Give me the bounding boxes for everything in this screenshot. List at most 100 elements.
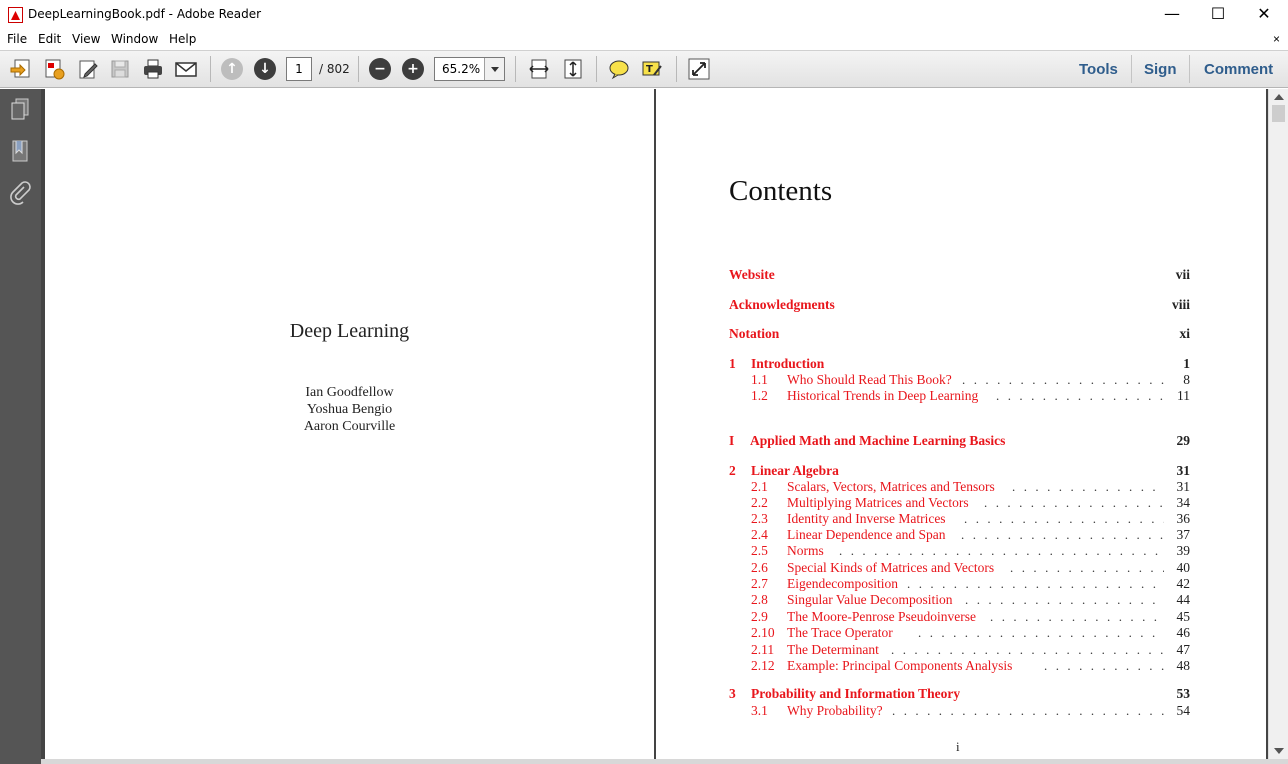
scroll-down-icon[interactable] [1274, 748, 1284, 754]
toc-link-website[interactable]: Website [729, 267, 775, 283]
attachments-icon[interactable] [8, 180, 32, 206]
toc-section-number: 1.2 [751, 388, 768, 403]
toc-link-section[interactable]: Why Probability? [787, 703, 883, 719]
horizontal-scroll-strip [41, 759, 1288, 764]
toc-page-number: 45 [1176, 609, 1191, 624]
email-icon[interactable] [174, 57, 198, 81]
zoom-value: 65.2% [442, 62, 481, 76]
toc-link-notation[interactable]: Notation [729, 326, 779, 342]
pages-panel-icon[interactable] [8, 96, 32, 122]
toc-page-number: 34 [1176, 495, 1191, 510]
toc-link-section[interactable]: Singular Value Decomposition [787, 592, 952, 608]
zoom-in-icon[interactable]: + [401, 57, 425, 81]
toc-page-number: 8 [1183, 372, 1190, 387]
zoom-select[interactable]: 65.2% [434, 57, 505, 81]
previous-page-icon[interactable]: ↑ [220, 57, 244, 81]
sign-button[interactable]: Sign [1144, 61, 1177, 78]
toolbar-separator [358, 56, 359, 82]
fit-page-icon[interactable] [561, 57, 585, 81]
open-icon[interactable] [42, 57, 66, 81]
toc-link-chapter[interactable]: Linear Algebra [751, 463, 839, 479]
toc-link-section[interactable]: Identity and Inverse Matrices [787, 511, 946, 527]
toc-section-number: 2.2 [751, 495, 768, 510]
print-icon[interactable] [141, 57, 165, 81]
toc-page-number: 11 [1177, 388, 1190, 403]
toc-page-number: 48 [1176, 658, 1191, 673]
toc-link-section[interactable]: Special Kinds of Matrices and Vectors [787, 560, 994, 576]
toc-link-section[interactable]: The Trace Operator [787, 625, 893, 641]
toc-leader-dots: . . . . . . . . . . . . . . . . . . . . … [965, 592, 1164, 607]
toc-page-number: 31 [1176, 479, 1191, 494]
vertical-scrollbar[interactable] [1268, 89, 1288, 760]
toc-page-number: 53 [1176, 686, 1191, 701]
toc-link-section[interactable]: Who Should Read This Book? [787, 372, 952, 388]
full-screen-icon[interactable] [687, 57, 711, 81]
book-title: Deep Learning [289, 320, 410, 342]
toc-page-number: 47 [1176, 642, 1191, 657]
comment-button[interactable]: Comment [1204, 61, 1273, 78]
toc-page-number: 36 [1176, 511, 1191, 526]
toc-leader-dots: . . . . . . . . . . . . . . . . . . . . … [1012, 479, 1164, 494]
chevron-down-icon[interactable] [484, 58, 504, 80]
toc-leader-dots: . . . . . . . . . . . . . . . . . . . . … [891, 642, 1164, 657]
toc-link-section[interactable]: The Moore-Penrose Pseudoinverse [787, 609, 976, 625]
close-button[interactable]: ✕ [1241, 0, 1287, 30]
save-icon[interactable] [108, 57, 132, 81]
menu-file[interactable]: File [7, 32, 27, 46]
toc-link-section[interactable]: Norms [787, 543, 824, 559]
toc-link-section[interactable]: Eigendecomposition [787, 576, 898, 592]
toc-link-section[interactable]: Scalars, Vectors, Matrices and Tensors [787, 479, 995, 495]
toolbar-separator [596, 56, 597, 82]
window-title: DeepLearningBook.pdf - Adobe Reader [28, 7, 262, 21]
toc-page-number: 54 [1176, 703, 1191, 718]
toc-page-number: 1 [1183, 356, 1190, 371]
navigation-panel [0, 89, 41, 764]
menu-help[interactable]: Help [169, 32, 196, 46]
tools-button[interactable]: Tools [1079, 61, 1118, 78]
next-page-icon[interactable]: ↓ [253, 57, 277, 81]
toc-link-chapter[interactable]: Probability and Information Theory [751, 686, 960, 702]
toc-section-number: 2.5 [751, 543, 768, 558]
toc-link-acknowledgments[interactable]: Acknowledgments [729, 297, 835, 313]
author-name: Yoshua Bengio [306, 402, 393, 417]
document-close-button[interactable]: × [1273, 32, 1280, 46]
menu-edit[interactable]: Edit [38, 32, 61, 46]
create-pdf-icon[interactable] [9, 57, 33, 81]
toc-link-section[interactable]: Example: Principal Components Analysis [787, 658, 1012, 674]
toolbar-separator [515, 56, 516, 82]
toc-part-number: I [729, 433, 735, 448]
toc-page-number: vii [1175, 267, 1190, 282]
toc-section-number: 2.9 [751, 609, 768, 624]
sticky-note-icon[interactable] [607, 57, 631, 81]
toc-section-number: 2.8 [751, 592, 768, 607]
toc-section-number: 2.4 [751, 527, 768, 542]
menu-view[interactable]: View [72, 32, 100, 46]
highlight-icon[interactable]: T [640, 57, 664, 81]
toc-link-section[interactable]: Multiplying Matrices and Vectors [787, 495, 969, 511]
toc-section-number: 2.12 [751, 658, 775, 673]
toc-link-section[interactable]: Linear Dependence and Span [787, 527, 946, 543]
minimize-button[interactable]: — [1149, 0, 1195, 30]
toc-link-chapter[interactable]: Introduction [751, 356, 824, 372]
zoom-out-icon[interactable]: − [368, 57, 392, 81]
toc-leader-dots: . . . . . . . . . . . . . . . . . . . . … [990, 609, 1164, 624]
toc-page-number: viii [1171, 297, 1190, 312]
toc-leader-dots: . . . . . . . . . . . . . . . . . . . . … [839, 543, 1164, 558]
fit-width-icon[interactable] [527, 57, 551, 81]
author-name: Aaron Courville [303, 419, 396, 434]
page-number-input[interactable]: 1 [286, 57, 312, 81]
toc-link-section[interactable]: Historical Trends in Deep Learning [787, 388, 978, 404]
toc-link-section[interactable]: The Determinant [787, 642, 879, 658]
menu-window[interactable]: Window [111, 32, 158, 46]
toc-leader-dots: . . . . . . . . . . . . . . . . . . . . … [962, 372, 1164, 387]
toc-section-number: 2.10 [751, 625, 775, 640]
scrollbar-thumb[interactable] [1272, 105, 1285, 122]
bookmarks-icon[interactable] [8, 138, 32, 164]
toc-link-part[interactable]: Applied Math and Machine Learning Basics [750, 433, 1005, 449]
toc-section-number: 2.1 [751, 479, 768, 494]
maximize-button[interactable]: ☐ [1195, 0, 1241, 30]
toc-section-number: 3.1 [751, 703, 768, 718]
toc-section-number: 2.7 [751, 576, 768, 591]
edit-icon[interactable] [76, 57, 100, 81]
scroll-up-icon[interactable] [1274, 94, 1284, 100]
